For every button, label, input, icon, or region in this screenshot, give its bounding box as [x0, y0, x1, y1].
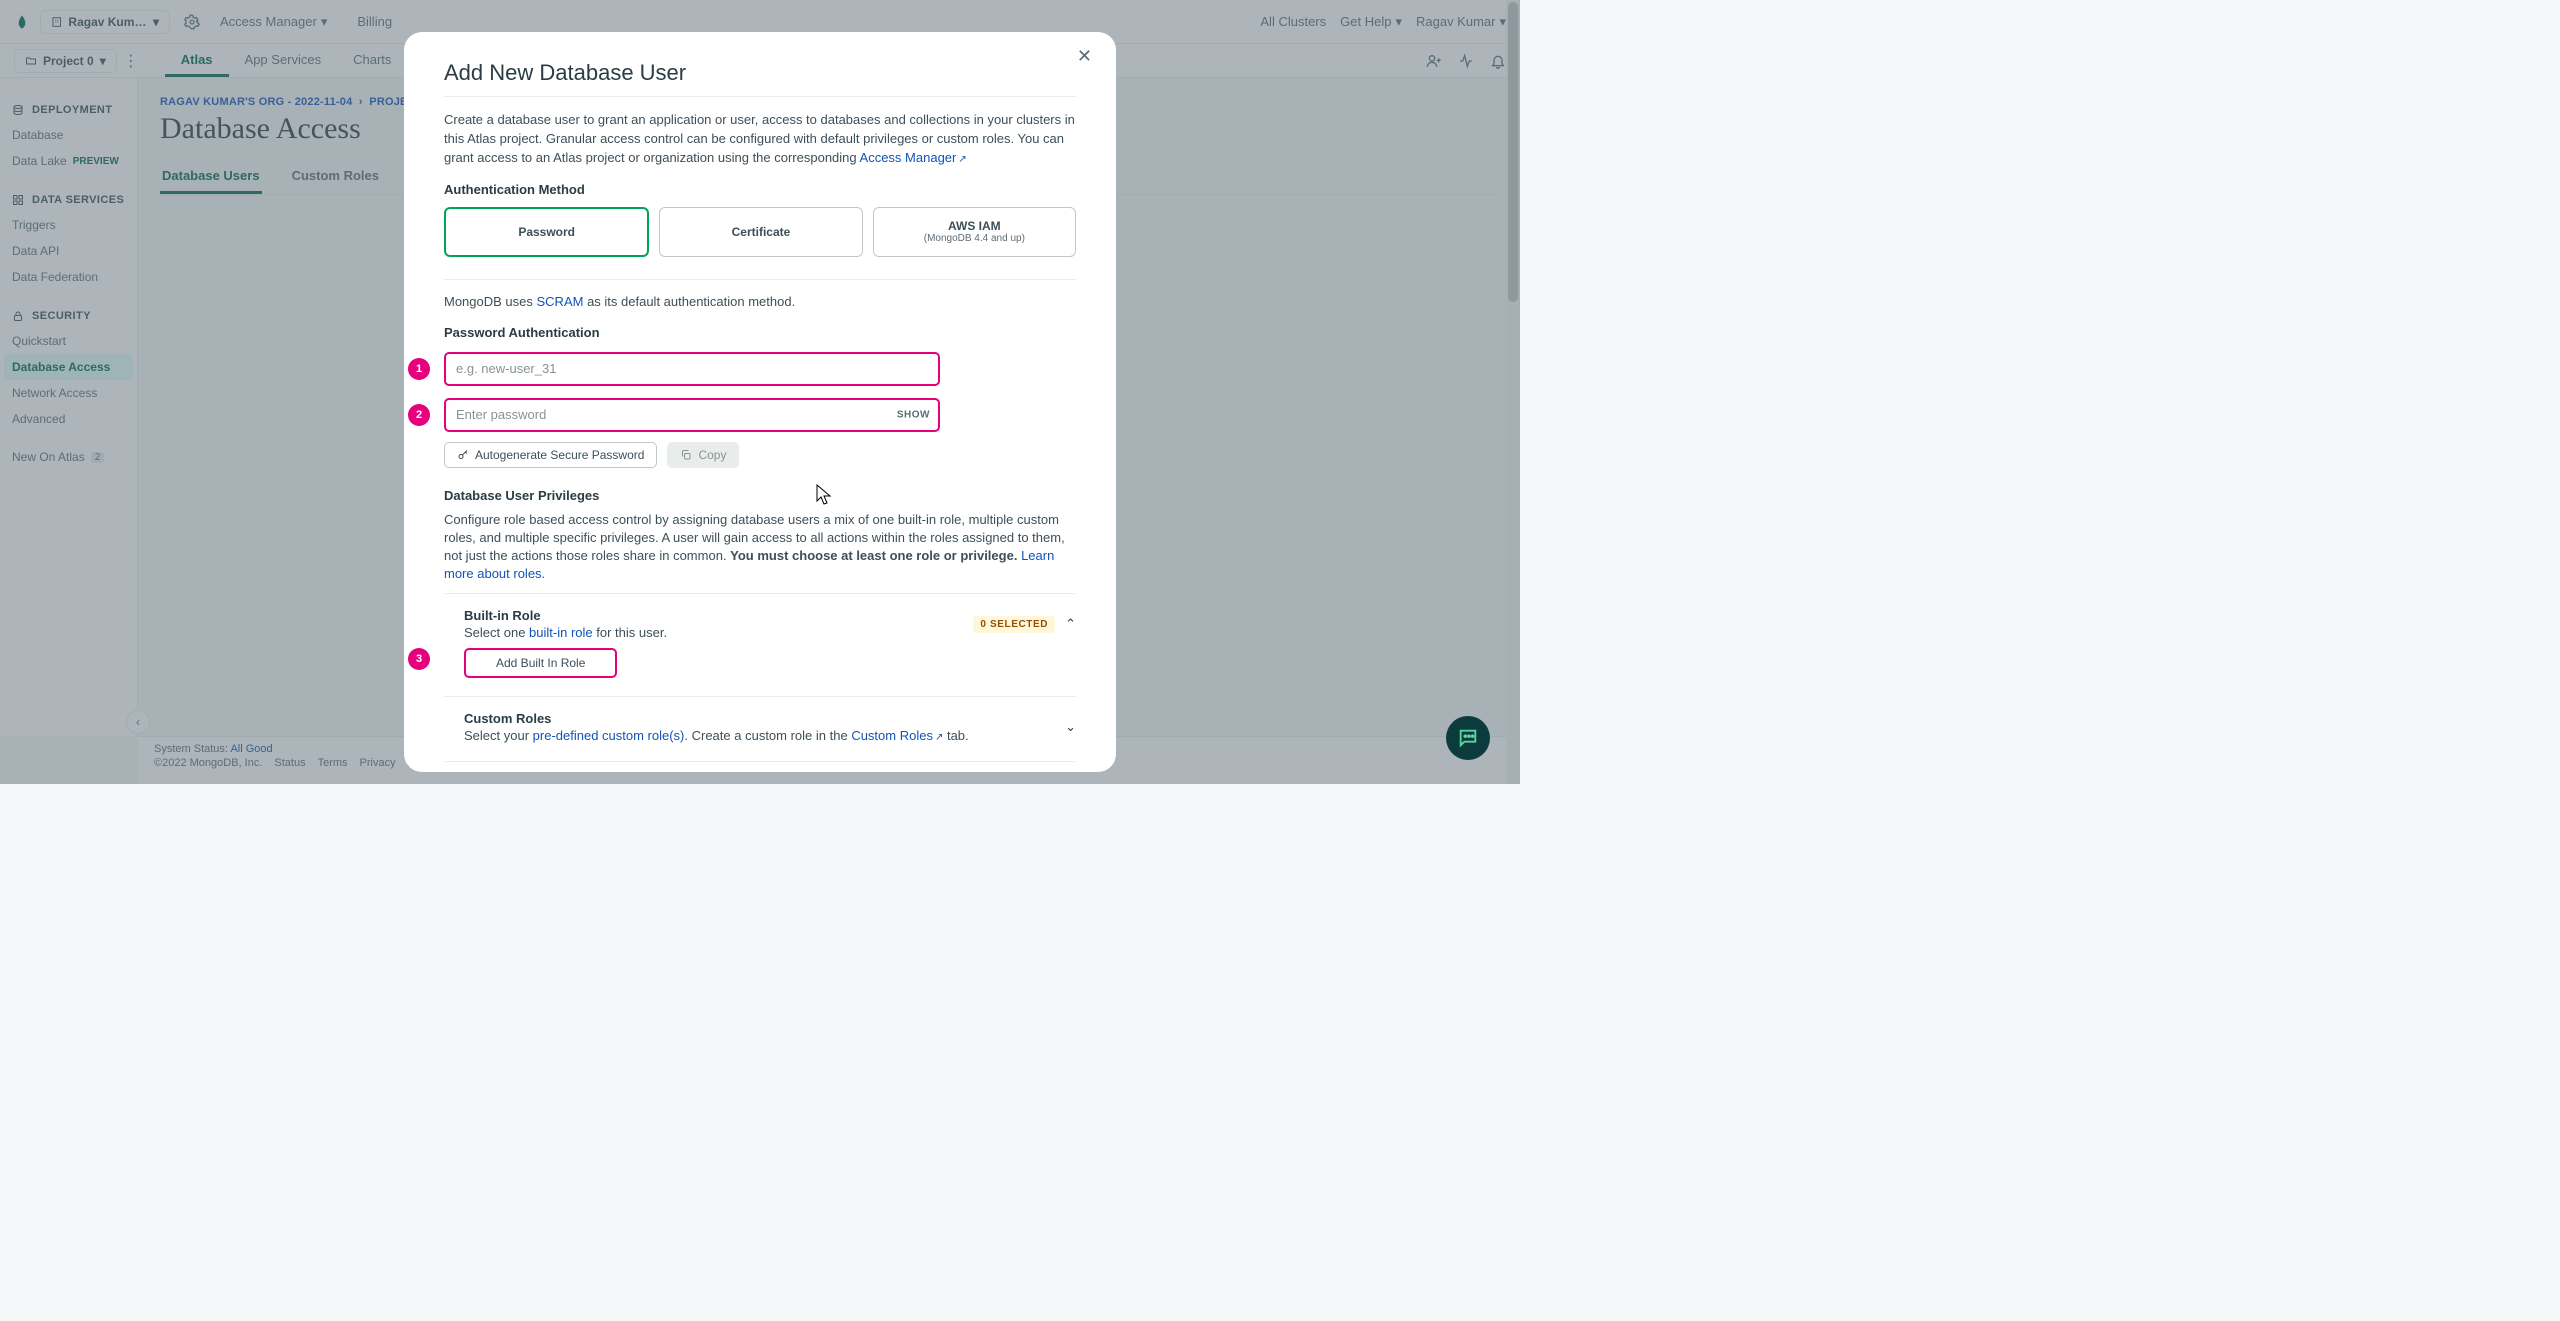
custom-roles-sub: Select your pre-defined custom role(s). …	[464, 728, 969, 743]
modal-title: Add New Database User	[444, 60, 1076, 86]
selected-count-badge: 0 SELECTED	[973, 616, 1055, 633]
chevron-up-icon[interactable]: ⌃	[1065, 616, 1076, 632]
db-user-privileges-label: Database User Privileges	[444, 488, 1076, 503]
show-password-button[interactable]: SHOW	[897, 409, 930, 420]
auth-method-password[interactable]: Password	[444, 207, 649, 257]
key-icon	[457, 449, 469, 461]
username-input[interactable]	[444, 352, 940, 386]
copy-icon	[680, 449, 692, 461]
chevron-down-icon[interactable]: ⌄	[1065, 719, 1076, 735]
modal-intro-text: Create a database user to grant an appli…	[444, 111, 1076, 168]
callout-marker-1: 1	[408, 358, 430, 380]
scram-note: MongoDB uses SCRAM as its default authen…	[444, 294, 1076, 309]
auth-method-label: Authentication Method	[444, 182, 1076, 197]
builtin-role-block: Built-in Role Select one built-in role f…	[444, 593, 1076, 686]
callout-marker-2: 2	[408, 404, 430, 426]
custom-roles-title: Custom Roles	[464, 711, 969, 726]
custom-roles-tab-link[interactable]: Custom Roles↗	[851, 728, 943, 743]
callout-marker-3: 3	[408, 648, 430, 670]
copy-password-button: Copy	[667, 442, 739, 468]
builtin-role-link[interactable]: built-in role	[529, 625, 593, 640]
specific-privileges-block: Specific Privileges Select multiple priv…	[444, 761, 1076, 772]
close-icon[interactable]: ✕	[1077, 46, 1092, 67]
chat-icon	[1457, 727, 1479, 749]
scram-link[interactable]: SCRAM	[537, 294, 584, 309]
external-link-icon: ↗	[958, 154, 966, 165]
builtin-role-sub: Select one built-in role for this user.	[464, 625, 667, 640]
custom-roles-block: Custom Roles Select your pre-defined cus…	[444, 696, 1076, 751]
autogenerate-password-button[interactable]: Autogenerate Secure Password	[444, 442, 657, 468]
auth-method-aws-iam[interactable]: AWS IAM (MongoDB 4.4 and up)	[873, 207, 1076, 257]
auth-method-certificate[interactable]: Certificate	[659, 207, 862, 257]
privileges-description: Configure role based access control by a…	[444, 511, 1076, 584]
chat-fab-button[interactable]	[1446, 716, 1490, 760]
access-manager-inline-link[interactable]: Access Manager↗	[860, 150, 967, 165]
add-database-user-modal: ✕ Add New Database User Create a databas…	[404, 32, 1116, 772]
add-builtin-role-button[interactable]: Add Built In Role	[464, 648, 617, 678]
predefined-roles-link[interactable]: pre-defined custom role(s)	[533, 728, 685, 743]
builtin-role-title: Built-in Role	[464, 608, 667, 623]
password-input[interactable]	[444, 398, 940, 432]
password-auth-label: Password Authentication	[444, 325, 1076, 340]
